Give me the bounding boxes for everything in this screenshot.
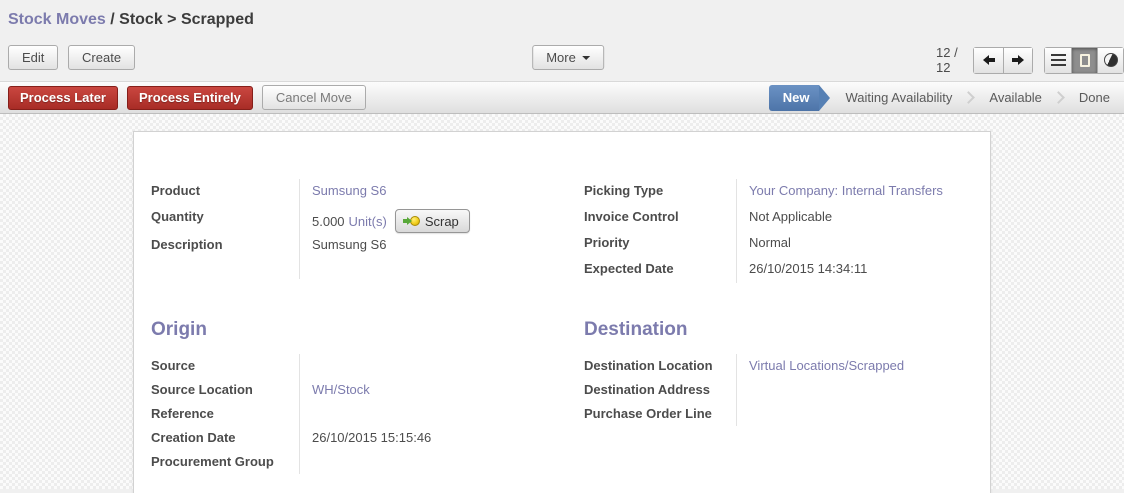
field-invoice-control: Invoice Control Not Applicable xyxy=(584,205,974,231)
list-view-button[interactable] xyxy=(1045,47,1071,73)
field-destination-address: Destination Address xyxy=(584,378,974,402)
field-label: Creation Date xyxy=(151,430,236,445)
graph-view-button[interactable] xyxy=(1097,47,1123,73)
main-fields-right: Picking Type Your Company: Internal Tran… xyxy=(584,179,974,283)
quantity-value: 5.000 xyxy=(312,213,345,229)
field-label: Reference xyxy=(151,406,214,421)
field-label: Procurement Group xyxy=(151,454,274,469)
field-label: Invoice Control xyxy=(584,209,679,224)
toolbar: Edit Create More 12 / 12 xyxy=(0,37,1124,81)
field-label: Product xyxy=(151,183,201,198)
form-sheet: Product Sumsung S6 Quantity 5.000 Unit(s… xyxy=(133,131,991,493)
breadcrumb-parent-link[interactable]: Stock Moves xyxy=(8,11,106,28)
priority-value: Normal xyxy=(749,235,791,250)
destination-section: Destination Destination Location Virtual… xyxy=(584,319,974,474)
field-label: Source Location xyxy=(151,382,253,397)
chevron-right-icon xyxy=(962,91,976,104)
arrow-right-icon xyxy=(1012,55,1024,65)
form-icon xyxy=(1079,53,1090,67)
pager-next-button[interactable] xyxy=(1003,47,1032,73)
pager-nav-group xyxy=(973,46,1033,74)
invoice-control-value: Not Applicable xyxy=(749,209,833,224)
chevron-right-icon xyxy=(1052,91,1065,104)
form-view-button[interactable] xyxy=(1071,47,1097,73)
origin-section-title: Origin xyxy=(151,319,207,340)
create-button[interactable]: Create xyxy=(68,45,136,70)
chevron-down-icon xyxy=(581,55,590,60)
state-progressbar: New Waiting Availability Available Done xyxy=(768,84,1116,111)
pager-previous-button[interactable] xyxy=(974,47,1003,73)
field-source-location: Source Location WH/Stock xyxy=(151,378,584,402)
destination-location-link[interactable]: Virtual Locations/Scrapped xyxy=(749,358,904,373)
state-done: Done xyxy=(1078,90,1110,105)
field-label: Destination Location xyxy=(584,358,713,373)
arrow-left-icon xyxy=(982,55,995,65)
state-available: Available xyxy=(989,90,1042,105)
origin-section: Origin Source Source Location WH/Stock R… xyxy=(151,319,584,474)
field-procurement-group: Procurement Group xyxy=(151,450,584,474)
field-label: Description xyxy=(151,237,223,252)
field-label: Expected Date xyxy=(584,261,674,276)
content-background: Product Sumsung S6 Quantity 5.000 Unit(s… xyxy=(0,114,1124,493)
unit-of-measure-link[interactable]: Unit(s) xyxy=(349,214,387,229)
field-label: Source xyxy=(151,358,196,373)
source-location-link[interactable]: WH/Stock xyxy=(312,382,370,397)
state-waiting-availability: Waiting Availability xyxy=(845,90,953,105)
state-new-active: New xyxy=(768,84,831,111)
field-expected-date: Expected Date 26/10/2015 14:34:11 xyxy=(584,257,974,283)
field-destination-location: Destination Location Virtual Locations/S… xyxy=(584,354,974,378)
field-label: Purchase Order Line xyxy=(584,406,712,421)
pager-value: 12 / 12 xyxy=(936,45,958,75)
scrap-button[interactable]: Scrap xyxy=(394,209,470,233)
field-label: Destination Address xyxy=(584,382,710,397)
list-icon xyxy=(1050,54,1066,66)
destination-section-title: Destination xyxy=(584,319,688,340)
process-entirely-button[interactable]: Process Entirely xyxy=(127,85,253,110)
field-priority: Priority Normal xyxy=(584,231,974,257)
pie-chart-icon xyxy=(1103,53,1118,67)
field-purchase-order-line: Purchase Order Line xyxy=(584,402,974,426)
field-description: Description Sumsung S6 xyxy=(151,233,584,259)
breadcrumb-current: Stock > Scrapped xyxy=(119,11,254,28)
process-later-button[interactable]: Process Later xyxy=(8,85,118,110)
scrap-icon xyxy=(402,215,420,227)
pager-area: 12 / 12 xyxy=(936,45,1124,75)
more-dropdown-button[interactable]: More xyxy=(532,45,604,70)
origin-destination-sections: Origin Source Source Location WH/Stock R… xyxy=(151,319,974,474)
main-fields-left: Product Sumsung S6 Quantity 5.000 Unit(s… xyxy=(151,179,584,283)
description-value: Sumsung S6 xyxy=(312,237,387,252)
more-label: More xyxy=(546,50,576,65)
scrap-button-label: Scrap xyxy=(424,213,459,229)
breadcrumb: Stock Moves / Stock > Scrapped xyxy=(0,0,1124,37)
field-creation-date: Creation Date 26/10/2015 15:15:46 xyxy=(151,426,584,450)
field-label: Priority xyxy=(584,235,630,250)
field-product: Product Sumsung S6 xyxy=(151,179,584,205)
breadcrumb-separator: / xyxy=(110,11,120,28)
field-reference: Reference xyxy=(151,402,584,426)
picking-type-link[interactable]: Your Company: Internal Transfers xyxy=(749,183,943,198)
field-label: Quantity xyxy=(151,209,204,224)
field-quantity: Quantity 5.000 Unit(s) Scrap xyxy=(151,205,584,233)
field-source: Source xyxy=(151,354,584,378)
creation-date-value: 26/10/2015 15:15:46 xyxy=(312,430,432,445)
product-link[interactable]: Sumsung S6 xyxy=(312,183,386,198)
statusbar: Process Later Process Entirely Cancel Mo… xyxy=(0,81,1124,114)
field-picking-type: Picking Type Your Company: Internal Tran… xyxy=(584,179,974,205)
edit-button[interactable]: Edit xyxy=(8,45,59,70)
field-label: Picking Type xyxy=(584,183,664,198)
field-spacer xyxy=(151,259,584,279)
main-fields: Product Sumsung S6 Quantity 5.000 Unit(s… xyxy=(151,179,974,283)
view-switcher xyxy=(1044,46,1124,74)
cancel-move-button[interactable]: Cancel Move xyxy=(261,85,366,110)
expected-date-value: 26/10/2015 14:34:11 xyxy=(749,261,868,276)
